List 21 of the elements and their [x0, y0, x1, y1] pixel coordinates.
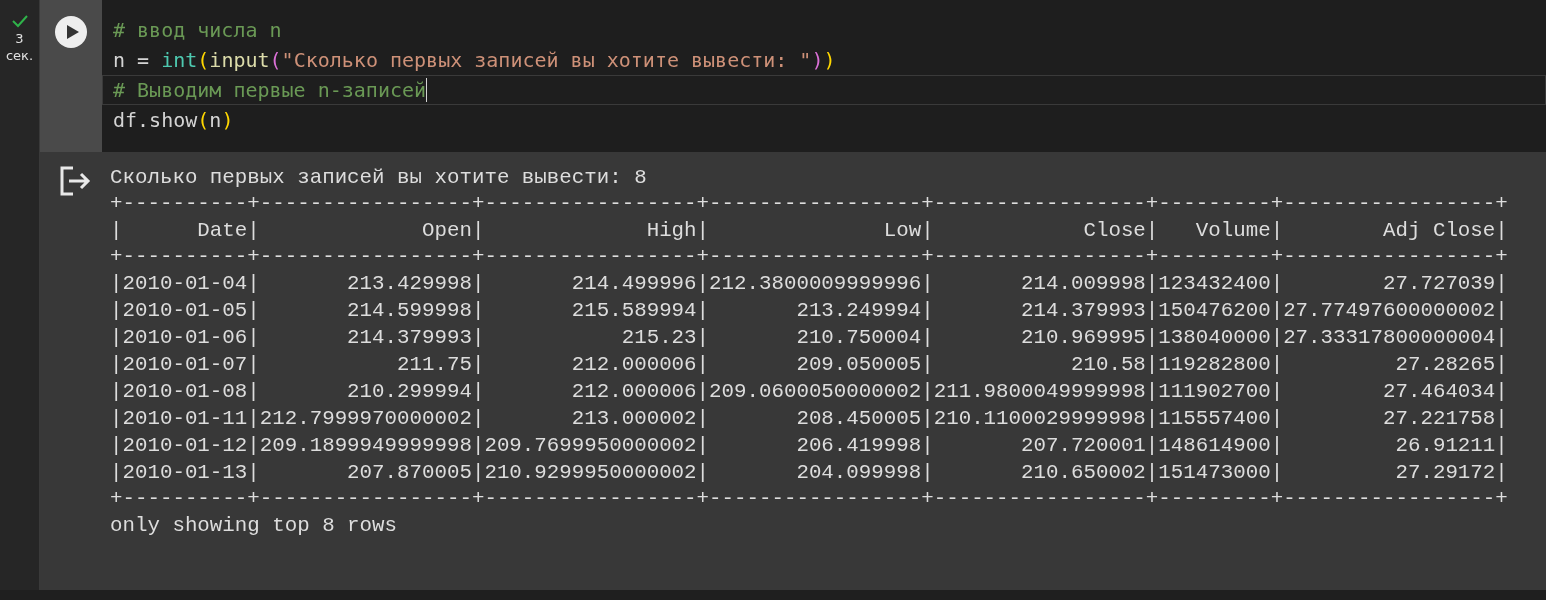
- output-icon: [59, 166, 91, 196]
- table-row-text: |2010-01-12|209.1899949999998|209.7699950000002| 206.419998| 207.720001|148614900| 26.91211|: [110, 433, 1508, 459]
- table-border-line: +----------+-----------------+-----------------+-----------------+-----------------+---------+-----------------+: [110, 486, 1508, 512]
- run-button[interactable]: [55, 16, 87, 48]
- execution-time: 3 сек.: [4, 30, 35, 64]
- code-line: n = int(input("Сколько первых записей вы хотите вывести: ")): [112, 47, 837, 74]
- table-border-line: +----------+-----------------+-----------------+-----------------+-----------------+---------+-----------------+: [110, 244, 1508, 270]
- table-row-text: |2010-01-11|212.7999970000002| 213.000002| 208.450005|210.1100029999998|115557400| 27.221758|: [110, 406, 1508, 432]
- code-line: df.show(n): [112, 107, 235, 134]
- output-text: Сколько первых записей вы хотите вывести: 8: [110, 165, 647, 191]
- table-row-text: |2010-01-05| 214.599998| 215.589994| 213.249994| 214.379993|150476200|27.77497600000002|: [110, 298, 1508, 324]
- table-row-text: |2010-01-07| 211.75| 212.000006| 209.050005| 210.58|119282800| 27.28265|: [110, 352, 1508, 378]
- table-row-text: |2010-01-06| 214.379993| 215.23| 210.750004| 210.969995|138040000|27.33317800000004|: [110, 325, 1508, 351]
- output-text: only showing top 8 rows: [110, 513, 398, 539]
- code-line: # ввод числа n: [112, 17, 283, 44]
- play-icon: [66, 25, 79, 39]
- table-header-row-text: | Date| Open| High| Low| Close| Volume| Adj Close|: [110, 218, 1508, 244]
- table-border-line: +----------+-----------------+-----------------+-----------------+-----------------+---------+-----------------+: [110, 191, 1508, 217]
- table-row-text: |2010-01-13| 207.870005|210.9299950000002| 204.099998| 210.650002|151473000| 27.29172|: [110, 460, 1508, 486]
- table-row-text: |2010-01-04| 213.429998| 214.499996|212.3800009999996| 214.009998|123432400| 27.727039|: [110, 271, 1508, 297]
- table-row-text: |2010-01-08| 210.299994| 212.000006|209.0600050000002|211.9800049999998|111902700| 27.464034|: [110, 379, 1508, 405]
